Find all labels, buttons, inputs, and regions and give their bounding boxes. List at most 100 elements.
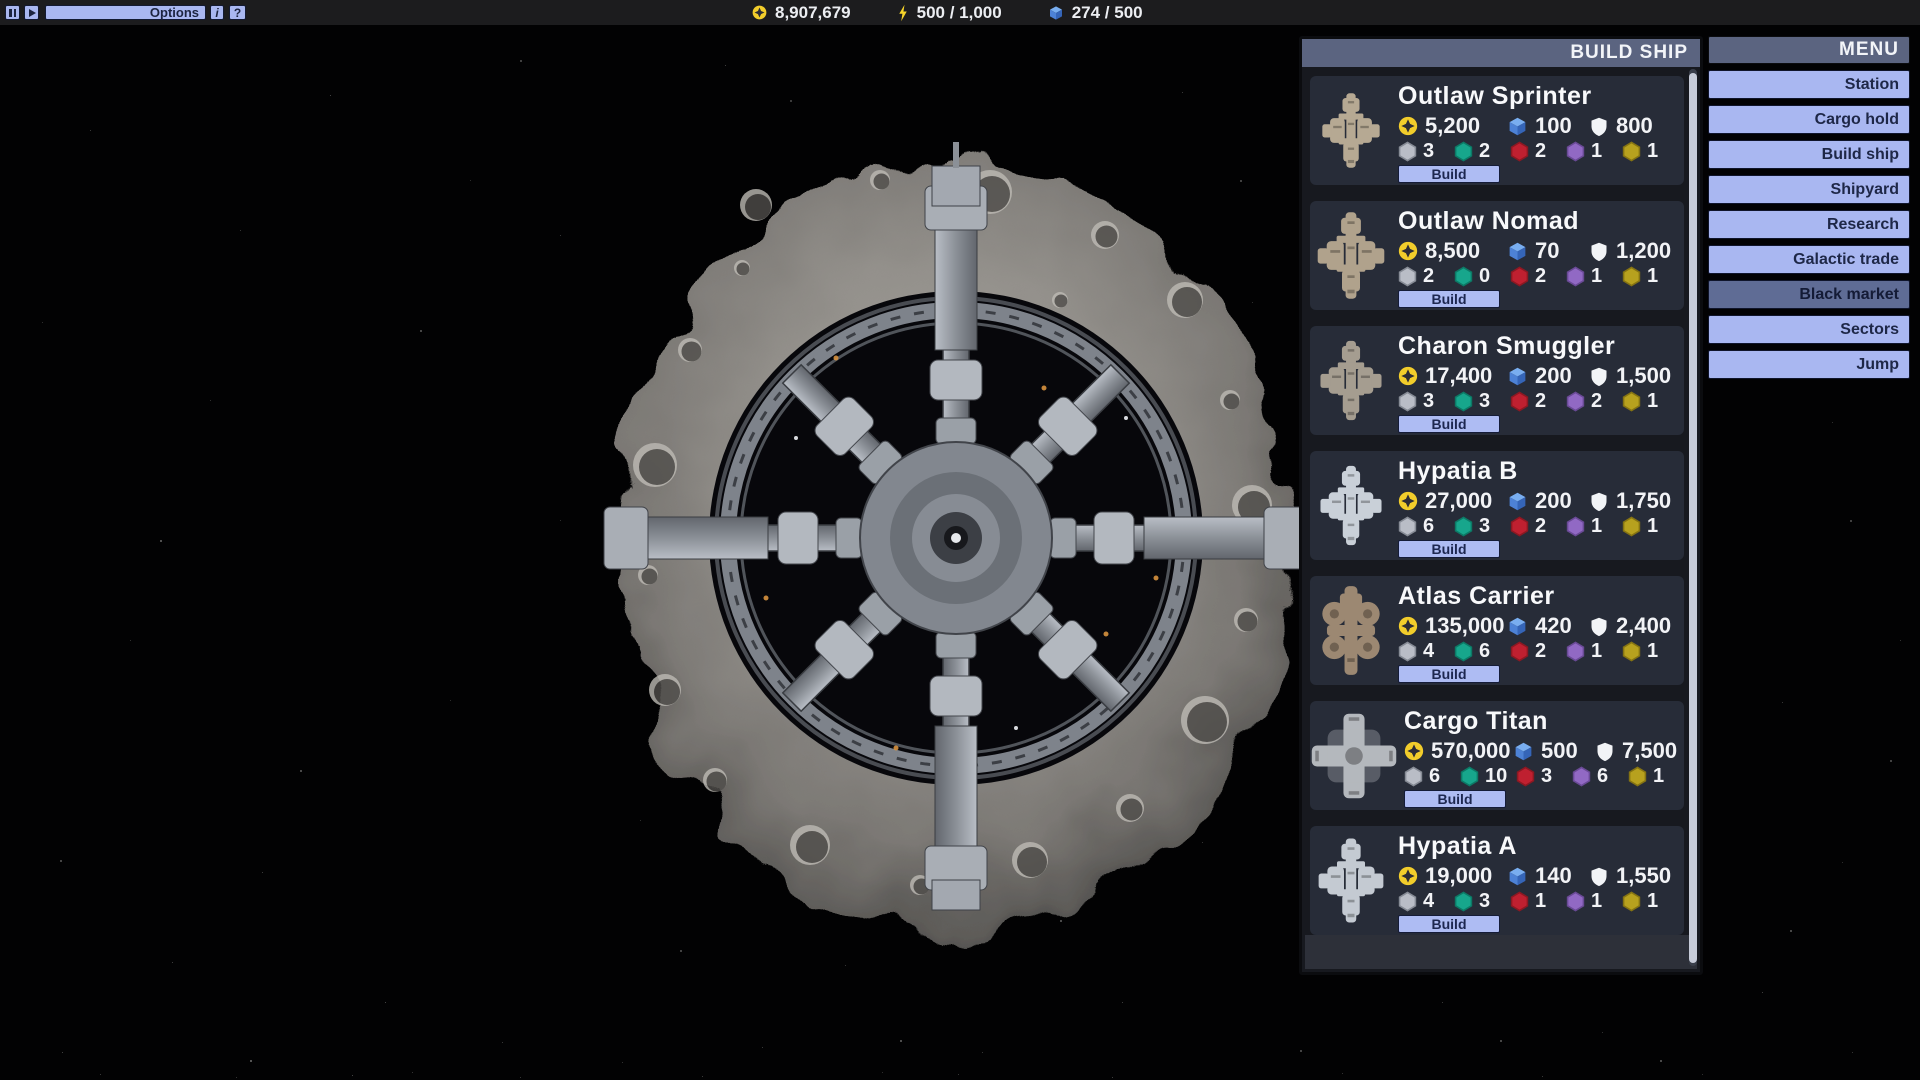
build-button[interactable]: Build bbox=[1398, 540, 1500, 558]
ship-card: Cargo Titan 570,000 500 7,500 6 10 3 6 1… bbox=[1310, 701, 1684, 810]
gray-hex-icon bbox=[1398, 641, 1417, 662]
gray-hex-value: 4 bbox=[1423, 640, 1434, 663]
build-button[interactable]: Build bbox=[1398, 290, 1500, 308]
ship-card: Outlaw Sprinter 5,200 100 800 3 2 2 1 1 … bbox=[1310, 76, 1684, 185]
energy-readout: 500 / 1,000 bbox=[897, 3, 1002, 23]
olive-hex-value: 1 bbox=[1647, 265, 1658, 288]
olive-hex-value: 1 bbox=[1653, 765, 1664, 788]
purple-hex-value: 1 bbox=[1591, 515, 1602, 538]
teal-hex-icon bbox=[1454, 891, 1473, 912]
options-button[interactable]: Options bbox=[45, 5, 206, 20]
red-hex-icon bbox=[1510, 266, 1529, 287]
purple-hex-value: 1 bbox=[1591, 140, 1602, 163]
menu-item-research[interactable]: Research bbox=[1708, 210, 1910, 239]
play-icon bbox=[29, 9, 36, 17]
build-button[interactable]: Build bbox=[1398, 915, 1500, 933]
coin-icon bbox=[1398, 866, 1418, 886]
ship-thumbnail bbox=[1310, 701, 1398, 810]
gray-hex-value: 6 bbox=[1429, 765, 1440, 788]
olive-hex-value: 1 bbox=[1647, 140, 1658, 163]
shield-value: 2,400 bbox=[1616, 613, 1671, 639]
red-hex-value: 3 bbox=[1541, 765, 1552, 788]
menu-item-galactic-trade[interactable]: Galactic trade bbox=[1708, 245, 1910, 274]
olive-hex-icon bbox=[1622, 266, 1641, 287]
red-hex-icon bbox=[1510, 391, 1529, 412]
menu-item-sectors[interactable]: Sectors bbox=[1708, 315, 1910, 344]
shield-icon bbox=[1589, 491, 1609, 512]
game-screen: Options i ? 8,907,679 500 / 1,000 274 / … bbox=[0, 0, 1920, 1080]
purple-hex-value: 1 bbox=[1591, 890, 1602, 913]
ship-name: Charon Smuggler bbox=[1398, 332, 1678, 360]
build-ship-panel-title: BUILD SHIP bbox=[1302, 39, 1700, 67]
teal-hex-value: 10 bbox=[1485, 765, 1507, 788]
gray-hex-value: 6 bbox=[1423, 515, 1434, 538]
ship-thumbnail bbox=[1310, 826, 1392, 935]
purple-hex-icon bbox=[1566, 891, 1585, 912]
ship-card: Outlaw Nomad 8,500 70 1,200 2 0 2 1 1 Bu… bbox=[1310, 201, 1684, 310]
menu-item-jump[interactable]: Jump bbox=[1708, 350, 1910, 379]
build-button[interactable]: Build bbox=[1404, 790, 1506, 808]
ship-list: Outlaw Sprinter 5,200 100 800 3 2 2 1 1 … bbox=[1302, 67, 1700, 935]
credits-cost: 19,000 bbox=[1425, 863, 1492, 889]
ship-name: Outlaw Sprinter bbox=[1398, 82, 1678, 110]
red-hex-icon bbox=[1510, 141, 1529, 162]
ship-thumbnail bbox=[1310, 201, 1392, 310]
cargo-cost: 100 bbox=[1535, 113, 1572, 139]
coin-icon bbox=[752, 5, 767, 20]
menu-item-build-ship[interactable]: Build ship bbox=[1708, 140, 1910, 169]
scrollbar-thumb[interactable] bbox=[1689, 73, 1697, 963]
teal-hex-value: 2 bbox=[1479, 140, 1490, 163]
gray-hex-value: 4 bbox=[1423, 890, 1434, 913]
menu-item-black-market[interactable]: Black market bbox=[1708, 280, 1910, 309]
gray-hex-icon bbox=[1398, 891, 1417, 912]
olive-hex-icon bbox=[1622, 516, 1641, 537]
purple-hex-value: 1 bbox=[1591, 640, 1602, 663]
olive-hex-icon bbox=[1622, 641, 1641, 662]
cargo-cube-icon bbox=[1507, 866, 1528, 887]
help-button[interactable]: ? bbox=[229, 5, 246, 20]
coin-icon bbox=[1398, 116, 1418, 136]
purple-hex-icon bbox=[1566, 391, 1585, 412]
cargo-cube-icon bbox=[1048, 5, 1064, 21]
olive-hex-icon bbox=[1628, 766, 1647, 787]
cargo-cube-icon bbox=[1507, 616, 1528, 637]
olive-hex-icon bbox=[1622, 391, 1641, 412]
play-button[interactable] bbox=[24, 5, 39, 20]
pause-button[interactable] bbox=[5, 5, 20, 20]
info-button[interactable]: i bbox=[210, 5, 224, 20]
menu-item-station[interactable]: Station bbox=[1708, 70, 1910, 99]
build-button[interactable]: Build bbox=[1398, 165, 1500, 183]
energy-value: 500 / 1,000 bbox=[917, 3, 1002, 23]
red-hex-value: 2 bbox=[1535, 265, 1546, 288]
cargo-cost: 420 bbox=[1535, 613, 1572, 639]
shield-icon bbox=[1595, 741, 1615, 762]
gray-hex-icon bbox=[1398, 266, 1417, 287]
coin-icon bbox=[1398, 491, 1418, 511]
ship-name: Hypatia A bbox=[1398, 832, 1678, 860]
shield-value: 800 bbox=[1616, 113, 1653, 139]
shield-value: 1,200 bbox=[1616, 238, 1671, 264]
coin-icon bbox=[1398, 241, 1418, 261]
build-button[interactable]: Build bbox=[1398, 665, 1500, 683]
olive-hex-icon bbox=[1622, 891, 1641, 912]
teal-hex-value: 3 bbox=[1479, 515, 1490, 538]
resource-bar: 8,907,679 500 / 1,000 274 / 500 bbox=[752, 0, 1143, 25]
cargo-cost: 140 bbox=[1535, 863, 1572, 889]
shield-icon bbox=[1589, 366, 1609, 387]
menu-item-cargo-hold[interactable]: Cargo hold bbox=[1708, 105, 1910, 134]
menu-item-shipyard[interactable]: Shipyard bbox=[1708, 175, 1910, 204]
ship-name: Atlas Carrier bbox=[1398, 582, 1678, 610]
red-hex-value: 2 bbox=[1535, 515, 1546, 538]
shield-icon bbox=[1589, 616, 1609, 637]
red-hex-icon bbox=[1516, 766, 1535, 787]
shield-value: 1,750 bbox=[1616, 488, 1671, 514]
gray-hex-icon bbox=[1404, 766, 1423, 787]
credits-cost: 5,200 bbox=[1425, 113, 1480, 139]
ship-card: Hypatia B 27,000 200 1,750 6 3 2 1 1 Bui… bbox=[1310, 451, 1684, 560]
red-hex-icon bbox=[1510, 641, 1529, 662]
purple-hex-icon bbox=[1572, 766, 1591, 787]
purple-hex-icon bbox=[1566, 141, 1585, 162]
teal-hex-icon bbox=[1454, 266, 1473, 287]
olive-hex-value: 1 bbox=[1647, 640, 1658, 663]
build-button[interactable]: Build bbox=[1398, 415, 1500, 433]
